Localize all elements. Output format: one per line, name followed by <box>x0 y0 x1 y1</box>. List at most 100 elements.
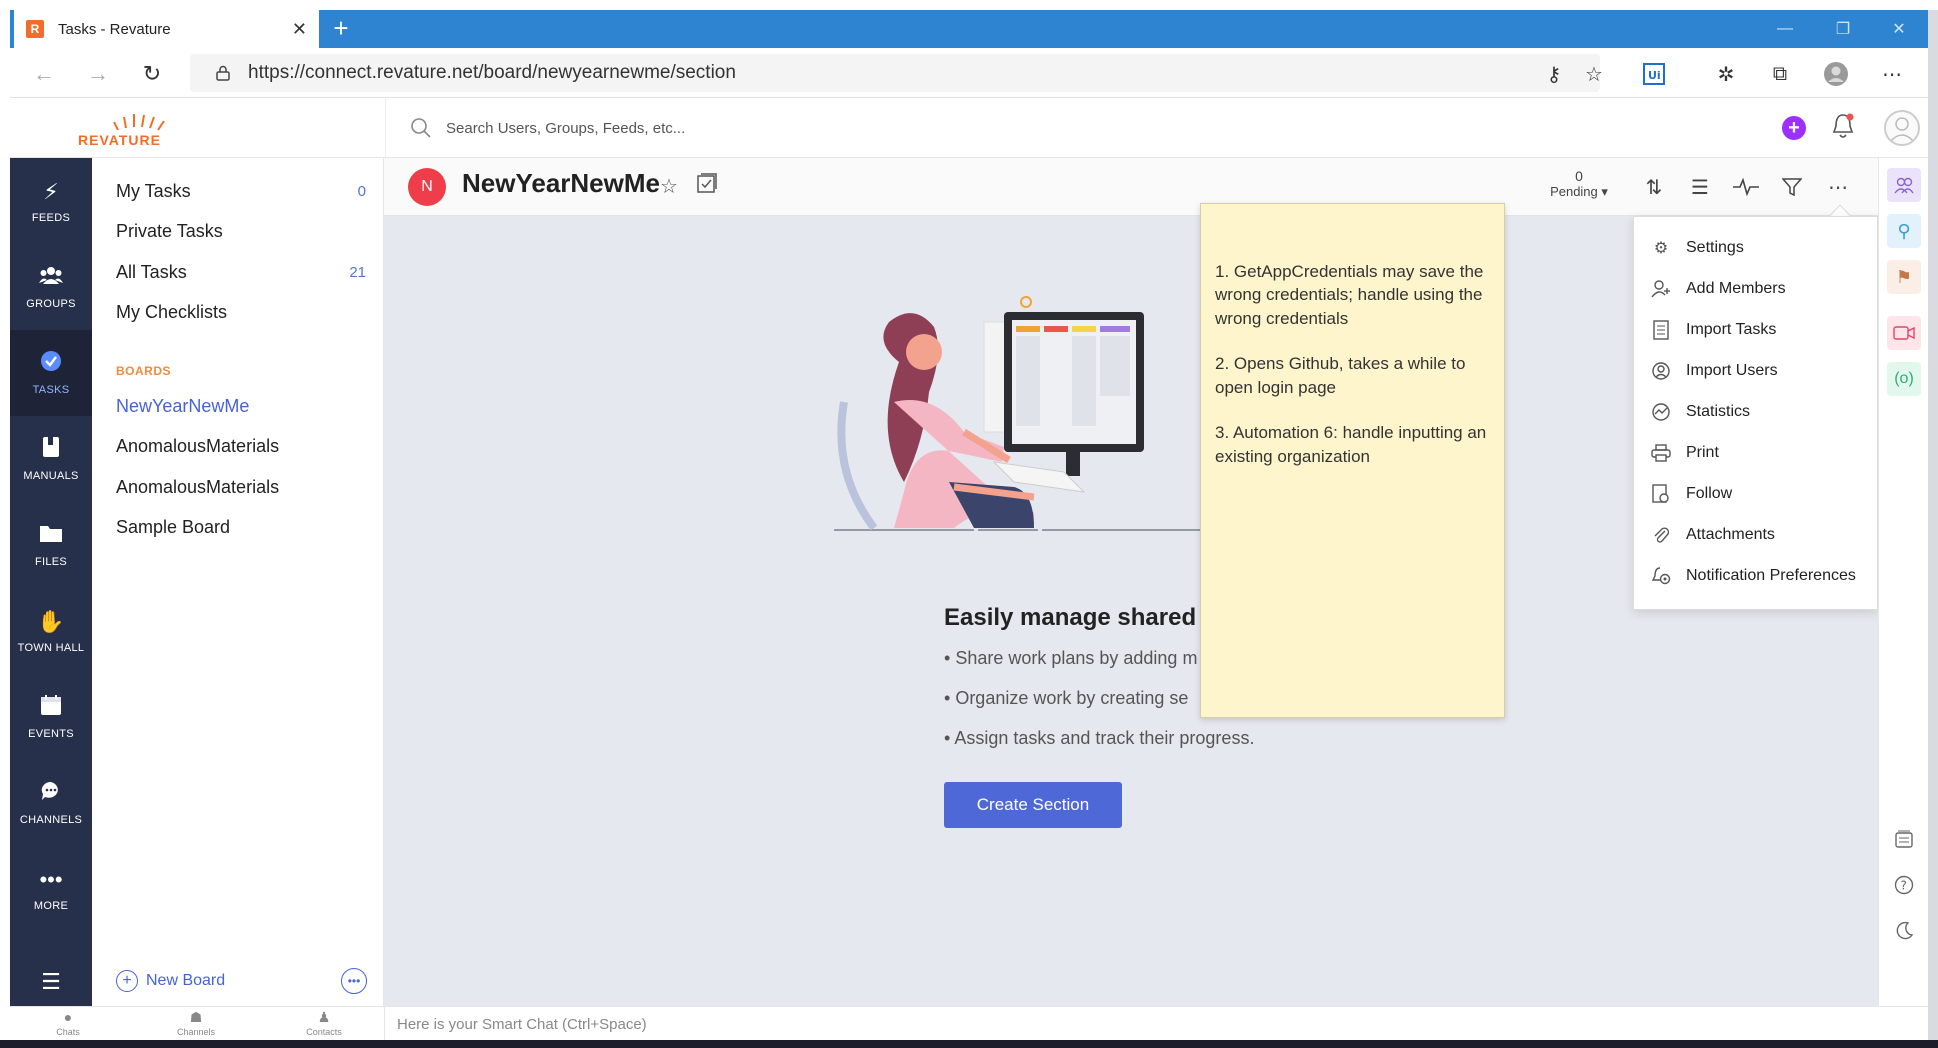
new-tab-icon[interactable]: + <box>325 12 357 44</box>
list-view-icon[interactable]: ☰ <box>1686 174 1714 200</box>
rail-item-tasks[interactable]: TASKS <box>10 330 92 416</box>
sidebar-item-private-tasks[interactable]: Private Tasks <box>116 216 366 246</box>
key-icon[interactable]: ⚷ <box>1540 61 1568 87</box>
board-item-anomalousmaterials-2[interactable]: AnomalousMaterials <box>116 472 366 502</box>
browser-tab[interactable]: R Tasks - Revature ✕ <box>14 10 319 48</box>
notes-icon[interactable] <box>1887 822 1921 856</box>
video-app-icon[interactable] <box>1887 316 1921 350</box>
sidebar-item-label: My Checklists <box>116 301 228 322</box>
forward-icon[interactable]: → <box>82 58 114 90</box>
pending-label: Pending ▾ <box>1550 184 1608 199</box>
collapse-menu-icon[interactable]: ☰ <box>10 958 92 1006</box>
filter-icon[interactable] <box>1778 174 1806 200</box>
channels-button[interactable]: ☗ Channels <box>156 1009 236 1037</box>
header-divider <box>385 98 386 158</box>
board-avatar: N <box>408 168 446 206</box>
url-field[interactable]: https://connect.revature.net/board/newye… <box>190 54 1600 92</box>
menu-item-follow[interactable]: Follow <box>1650 479 1870 509</box>
board-item-anomalousmaterials[interactable]: AnomalousMaterials <box>116 431 366 461</box>
menu-item-notification-preferences[interactable]: Notification Preferences <box>1650 561 1870 591</box>
help-icon[interactable]: ? <box>1887 868 1921 902</box>
tab-close-icon[interactable]: ✕ <box>292 19 307 40</box>
back-icon[interactable]: ← <box>28 58 60 90</box>
rail-label: FILES <box>34 556 68 568</box>
rail-item-events[interactable]: EVENTS <box>10 674 92 760</box>
activity-icon[interactable] <box>1732 174 1760 200</box>
chats-icon: ● <box>63 1009 73 1025</box>
menu-item-statistics[interactable]: Statistics <box>1650 397 1870 427</box>
team-app-icon[interactable] <box>1887 168 1921 202</box>
rail-label: EVENTS <box>28 728 74 740</box>
browser-menu-icon[interactable]: ⋯ <box>1878 61 1906 87</box>
manual-icon <box>42 436 60 464</box>
sort-icon[interactable]: ⇅ <box>1640 174 1668 200</box>
profile-icon[interactable] <box>1822 61 1850 87</box>
flag-app-icon[interactable]: ⚑ <box>1887 260 1921 294</box>
pending-filter[interactable]: 0 Pending ▾ <box>1544 168 1614 200</box>
menu-item-print[interactable]: Print <box>1650 438 1870 468</box>
sticky-note-line: 2. Opens Github, takes a while to open l… <box>1215 354 1466 397</box>
menu-item-import-tasks[interactable]: Import Tasks <box>1650 315 1870 345</box>
import-tasks-icon <box>1650 319 1672 341</box>
chats-button[interactable]: ● Chats <box>28 1009 108 1037</box>
create-section-button[interactable]: Create Section <box>944 782 1122 828</box>
favorite-board-star-icon[interactable]: ☆ <box>660 174 678 199</box>
rail-item-town-hall[interactable]: ✋ TOWN HALL <box>10 588 92 674</box>
board-item-newyearnewme[interactable]: NewYearNewMe <box>116 391 366 421</box>
rail-item-files[interactable]: FILES <box>10 502 92 588</box>
rail-item-manuals[interactable]: MANUALS <box>10 416 92 502</box>
menu-item-settings[interactable]: ⚙ Settings <box>1650 233 1870 263</box>
minimize-icon[interactable]: — <box>1756 10 1814 48</box>
menu-item-label: Settings <box>1686 239 1744 256</box>
restore-icon[interactable]: ❐ <box>1814 10 1872 48</box>
menu-item-add-members[interactable]: Add Members <box>1650 274 1870 304</box>
user-avatar[interactable] <box>1884 110 1920 146</box>
board-checklist-icon[interactable] <box>696 172 718 194</box>
add-button[interactable]: + <box>1782 116 1806 140</box>
plus-circle-icon: + <box>116 970 138 992</box>
board-options-icon[interactable]: ••• <box>341 968 367 994</box>
bolt-icon: ⚡ <box>43 179 59 204</box>
menu-item-attachments[interactable]: Attachments <box>1650 520 1870 550</box>
dark-mode-icon[interactable] <box>1887 914 1921 948</box>
board-label: AnomalousMaterials <box>116 476 280 497</box>
integration-app-icon[interactable]: ⚲ <box>1887 214 1921 248</box>
sticky-note[interactable]: 1. GetAppCredentials may save the wrong … <box>1200 203 1505 718</box>
smart-chat-input[interactable]: Here is your Smart Chat (Ctrl+Space) <box>384 1007 1928 1041</box>
favorite-star-icon[interactable]: ☆ <box>1580 61 1608 87</box>
uipath-extension-icon[interactable]: Ui <box>1640 61 1668 87</box>
more-options-icon[interactable]: ⋯ <box>1824 174 1852 200</box>
rail-item-channels[interactable]: CHANNELS <box>10 760 92 846</box>
menu-item-label: Attachments <box>1686 526 1775 543</box>
app-rail: ⚡ FEEDS GROUPS TASKS MANUALS FILES ✋ TOW… <box>10 158 92 1006</box>
bottom-bar: ● Chats ☗ Channels ♟ Contacts Here is yo… <box>10 1006 1928 1041</box>
menu-item-import-users[interactable]: Import Users <box>1650 356 1870 386</box>
folder-icon <box>39 522 63 550</box>
new-board-button[interactable]: + New Board <box>116 970 225 992</box>
attachment-icon <box>1650 524 1672 546</box>
revature-logo[interactable]: REVATURE <box>78 110 208 150</box>
sticky-note-line: 3. Automation 6: handle inputting an exi… <box>1215 423 1487 466</box>
rail-label: GROUPS <box>26 298 76 310</box>
pending-count: 0 <box>1575 168 1583 184</box>
board-item-sample-board[interactable]: Sample Board <box>116 512 366 542</box>
global-search[interactable]: Search Users, Groups, Feeds, etc... <box>410 112 1010 144</box>
rail-item-feeds[interactable]: ⚡ FEEDS <box>10 158 92 244</box>
rail-item-more[interactable]: ••• MORE <box>10 846 92 932</box>
contacts-button[interactable]: ♟ Contacts <box>284 1009 364 1037</box>
window-close-icon[interactable]: ✕ <box>1870 10 1928 48</box>
sidebar-item-all-tasks[interactable]: All Tasks 21 <box>116 257 366 287</box>
refresh-icon[interactable]: ↻ <box>136 58 168 90</box>
notification-bell-icon[interactable] <box>1830 112 1856 142</box>
rail-item-groups[interactable]: GROUPS <box>10 244 92 330</box>
sidebar-item-label: All Tasks <box>116 261 187 282</box>
collections-icon[interactable]: ⧉ <box>1766 61 1794 87</box>
sidebar-item-my-checklists[interactable]: My Checklists <box>116 297 366 327</box>
favorites-list-icon[interactable]: ✲ <box>1712 61 1740 87</box>
groups-icon <box>39 264 63 292</box>
broadcast-app-icon[interactable]: (o) <box>1887 362 1921 396</box>
new-board-label: New Board <box>146 972 226 989</box>
sidebar-item-my-tasks[interactable]: My Tasks 0 <box>116 176 366 206</box>
search-placeholder: Search Users, Groups, Feeds, etc... <box>446 119 686 137</box>
svg-text:Ui: Ui <box>1648 69 1661 82</box>
